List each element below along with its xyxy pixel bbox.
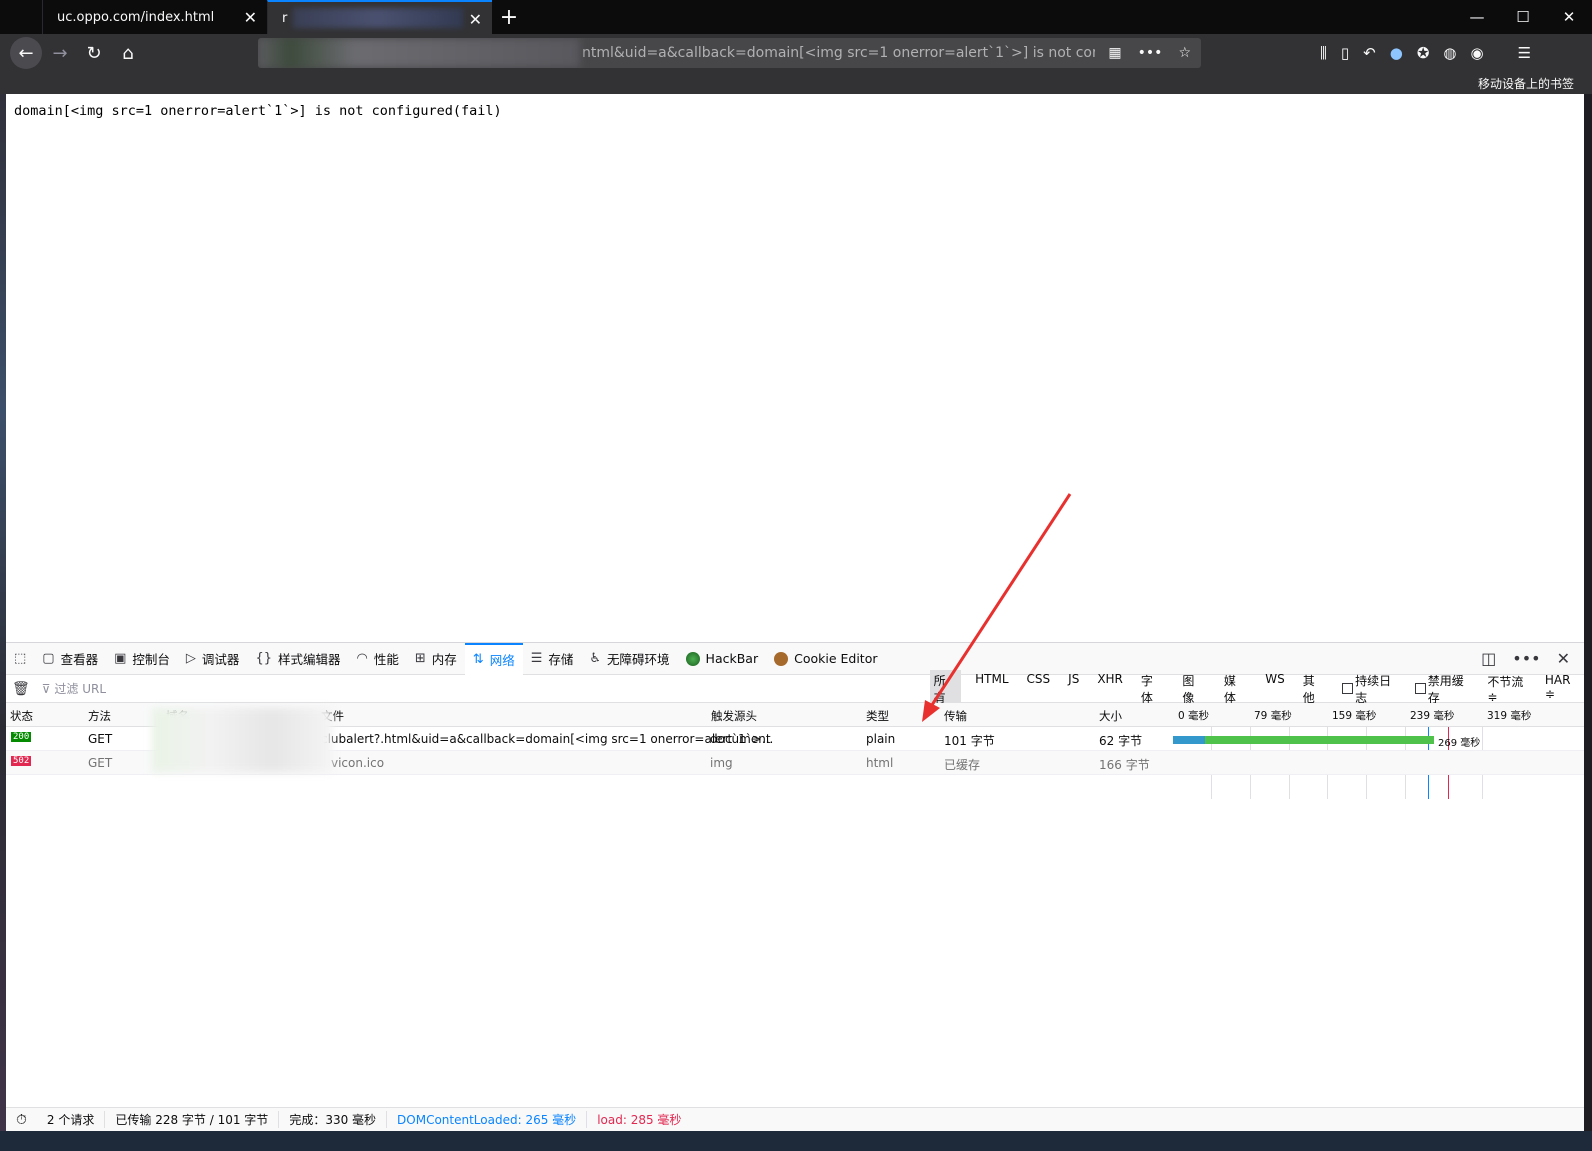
browser-window: uc.oppo.com/index.html ✕ r ✕ + — ☐ ✕ ← →… [0, 0, 1592, 1151]
taskbar [0, 1131, 1592, 1151]
annotation-arrow [922, 493, 1072, 722]
